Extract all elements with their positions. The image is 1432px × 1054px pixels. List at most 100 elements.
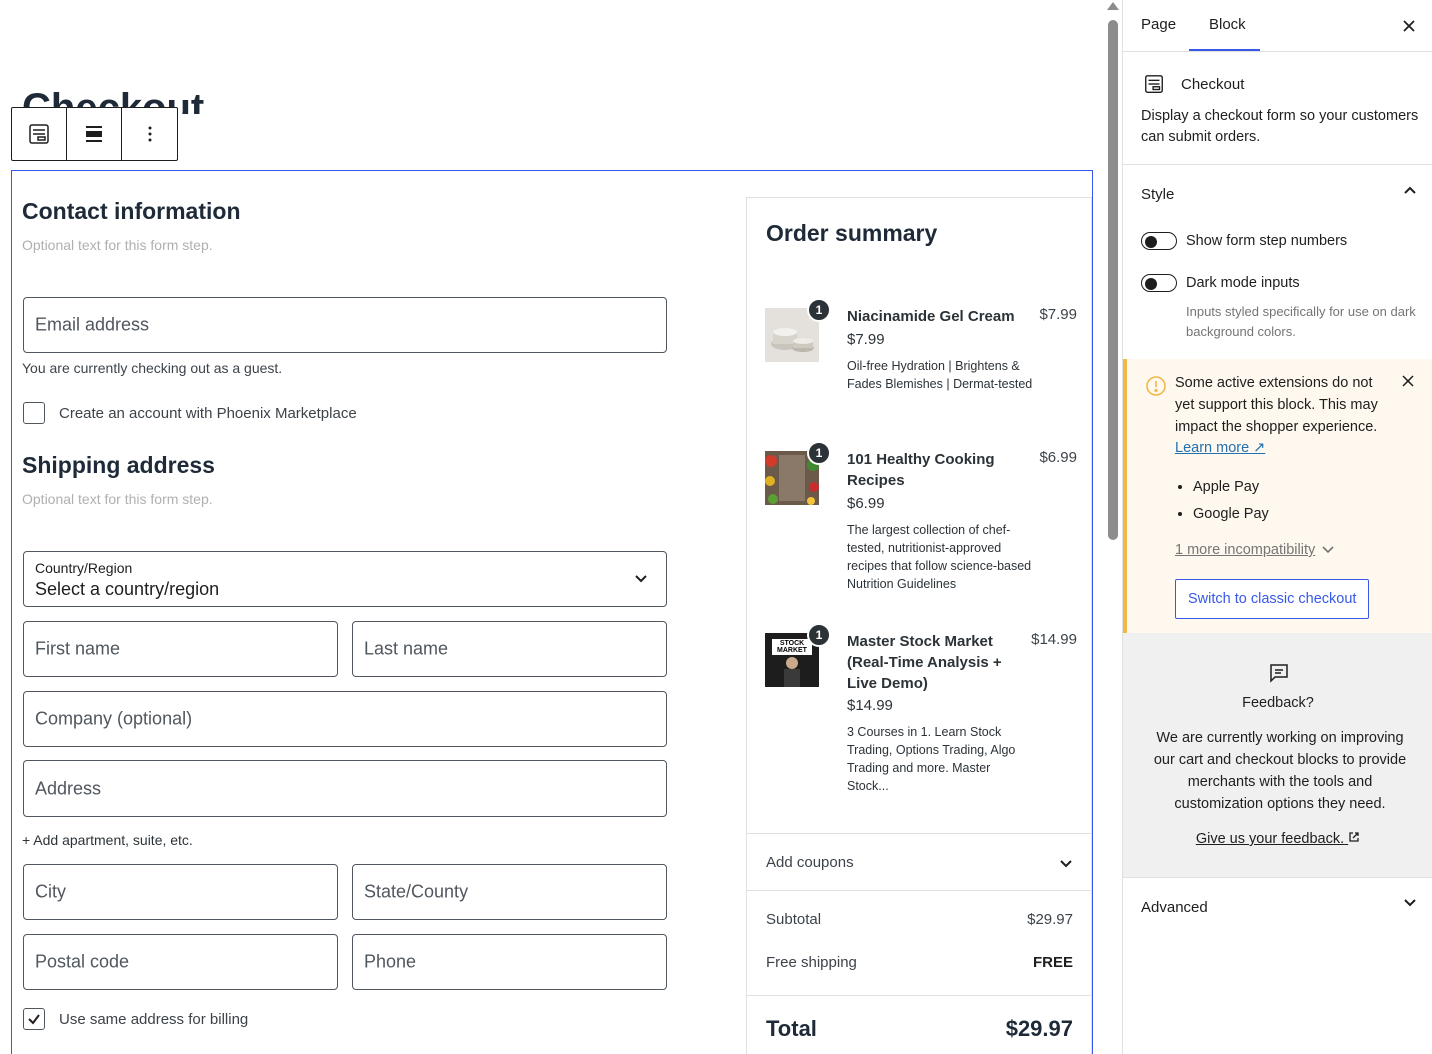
item-line-total: $14.99	[1031, 631, 1077, 648]
advanced-panel-toggle[interactable]: Advanced	[1123, 878, 1432, 936]
scroll-up-arrow[interactable]	[1107, 2, 1119, 10]
dark-mode-label[interactable]: Dark mode inputs	[1186, 275, 1300, 291]
more-options-button[interactable]	[122, 108, 177, 160]
item-price: $7.99	[847, 331, 885, 348]
list-item: Apple Pay	[1193, 474, 1269, 501]
email-field[interactable]: Email address	[23, 297, 667, 353]
subtotal-row: Subtotal $29.97	[766, 911, 1073, 928]
step-numbers-label[interactable]: Show form step numbers	[1186, 233, 1347, 249]
checkmark-icon	[28, 1014, 40, 1025]
feedback-link-label: Give us your feedback.	[1195, 831, 1345, 847]
city-placeholder: City	[35, 881, 66, 902]
checkout-block-icon	[1145, 75, 1163, 93]
item-price: $14.99	[847, 697, 893, 714]
shipping-label: Free shipping	[766, 954, 857, 971]
chevron-down-icon	[635, 575, 647, 583]
cart-item: 1 101 Healthy Cooking Recipes $6.99 $6.9…	[765, 441, 1077, 591]
address-field[interactable]: Address	[23, 760, 667, 817]
country-label: Country/Region	[35, 560, 133, 576]
block-toolbar	[11, 107, 178, 161]
item-name: Master Stock Market (Real-Time Analysis …	[847, 633, 1002, 692]
close-icon	[1403, 20, 1415, 32]
country-value: Select a country/region	[35, 579, 220, 599]
notice-text: Some active extensions do not yet suppor…	[1175, 375, 1378, 435]
incompatibility-notice: Some active extensions do not yet suppor…	[1123, 359, 1432, 633]
item-name: Niacinamide Gel Cream	[847, 308, 1015, 325]
order-summary-title[interactable]: Order summary	[766, 220, 937, 247]
learn-more-link[interactable]: Learn more ↗	[1175, 440, 1265, 456]
item-description: 3 Courses in 1. Learn Stock Trading, Opt…	[847, 725, 1016, 793]
item-price: $6.99	[847, 495, 885, 512]
feedback-link[interactable]: Give us your feedback.	[1123, 831, 1432, 847]
shipping-step-desc[interactable]: Optional text for this form step.	[22, 491, 213, 507]
editor-canvas: Checkout Contact information Optional te…	[0, 0, 1104, 1054]
cart-item: 1 Niacinamide Gel Cream $7.99 $7.99 Oil-…	[765, 298, 1077, 418]
tab-block[interactable]: Block	[1209, 16, 1246, 33]
summary-divider	[747, 833, 1091, 834]
incompatible-extensions-list: Apple Pay Google Pay	[1193, 474, 1269, 528]
step-numbers-toggle[interactable]	[1141, 232, 1177, 250]
contact-step-desc[interactable]: Optional text for this form step.	[22, 237, 213, 253]
more-incompatibility-toggle[interactable]: 1 more incompatibility	[1175, 542, 1335, 558]
company-placeholder: Company (optional)	[35, 708, 193, 729]
shipping-step-title[interactable]: Shipping address	[22, 452, 215, 479]
state-placeholder: State/County	[364, 881, 469, 902]
shipping-value: FREE	[1032, 954, 1073, 971]
chevron-up-icon	[1404, 186, 1416, 194]
item-line-total: $7.99	[1039, 306, 1077, 323]
total-label: Total	[766, 1016, 817, 1041]
advanced-panel-title: Advanced	[1141, 899, 1208, 916]
list-item: Google Pay	[1193, 501, 1269, 528]
canvas-scrollbar[interactable]	[1104, 0, 1122, 1054]
settings-sidebar: Page Block Checkout Display a checkout f…	[1122, 0, 1432, 1054]
style-panel-title: Style	[1141, 186, 1175, 203]
summary-divider	[747, 890, 1091, 891]
add-coupons-label: Add coupons	[766, 854, 854, 871]
subtotal-value: $29.97	[1027, 911, 1073, 928]
same-billing-label[interactable]: Use same address for billing	[59, 1011, 248, 1028]
contact-step-title[interactable]: Contact information	[22, 198, 241, 225]
city-field[interactable]: City	[23, 864, 338, 920]
country-select[interactable]: Country/Region Select a country/region	[23, 551, 667, 607]
more-incompatibility-label: 1 more incompatibility	[1175, 542, 1316, 558]
last-name-field[interactable]: Last name	[352, 621, 667, 677]
align-button[interactable]	[67, 108, 122, 160]
company-field[interactable]: Company (optional)	[23, 691, 667, 747]
feedback-title: Feedback?	[1242, 695, 1314, 711]
block-card: Checkout Display a checkout form so your…	[1123, 52, 1432, 165]
email-placeholder: Email address	[35, 314, 150, 335]
scroll-thumb[interactable]	[1108, 20, 1118, 540]
block-title: Checkout	[1181, 76, 1245, 93]
tab-page[interactable]: Page	[1141, 16, 1176, 33]
create-account-checkbox[interactable]	[23, 402, 45, 424]
guest-note: You are currently checking out as a gues…	[22, 360, 283, 376]
phone-field[interactable]: Phone	[352, 934, 667, 990]
order-summary: Order summary 1 Niacinamide Gel Cream $7…	[746, 197, 1092, 1054]
sidebar-tabs: Page Block	[1123, 0, 1432, 52]
add-coupons-toggle[interactable]: Add coupons	[766, 854, 1073, 871]
close-icon	[1402, 375, 1414, 387]
same-billing-checkbox[interactable]	[23, 1008, 45, 1030]
switch-classic-checkout-button[interactable]: Switch to classic checkout	[1175, 579, 1370, 619]
shipping-row: Free shipping FREE	[766, 954, 1073, 971]
chevron-down-icon	[1060, 860, 1072, 868]
close-sidebar-button[interactable]	[1397, 14, 1421, 43]
summary-divider	[747, 995, 1091, 996]
step-numbers-toggle-row: Show form step numbers	[1141, 232, 1347, 250]
style-panel-toggle[interactable]: Style	[1123, 165, 1432, 223]
quantity-badge: 1	[807, 623, 831, 647]
dark-mode-toggle[interactable]	[1141, 274, 1177, 292]
item-name: 101 Healthy Cooking Recipes	[847, 451, 995, 489]
cart-item: STOCK MARKET 1 Master Stock Market (Real…	[765, 623, 1077, 798]
phone-placeholder: Phone	[364, 951, 417, 972]
active-tab-indicator	[1189, 49, 1260, 51]
dismiss-notice-button[interactable]	[1401, 374, 1415, 393]
first-name-field[interactable]: First name	[23, 621, 338, 677]
state-field[interactable]: State/County	[352, 864, 667, 920]
create-account-label[interactable]: Create an account with Phoenix Marketpla…	[59, 405, 357, 422]
add-apartment-link[interactable]: + Add apartment, suite, etc.	[22, 832, 193, 848]
warning-icon	[1146, 376, 1166, 396]
block-type-button[interactable]	[12, 108, 67, 160]
dark-mode-help: Inputs styled specifically for use on da…	[1186, 304, 1416, 339]
postal-code-field[interactable]: Postal code	[23, 934, 338, 990]
